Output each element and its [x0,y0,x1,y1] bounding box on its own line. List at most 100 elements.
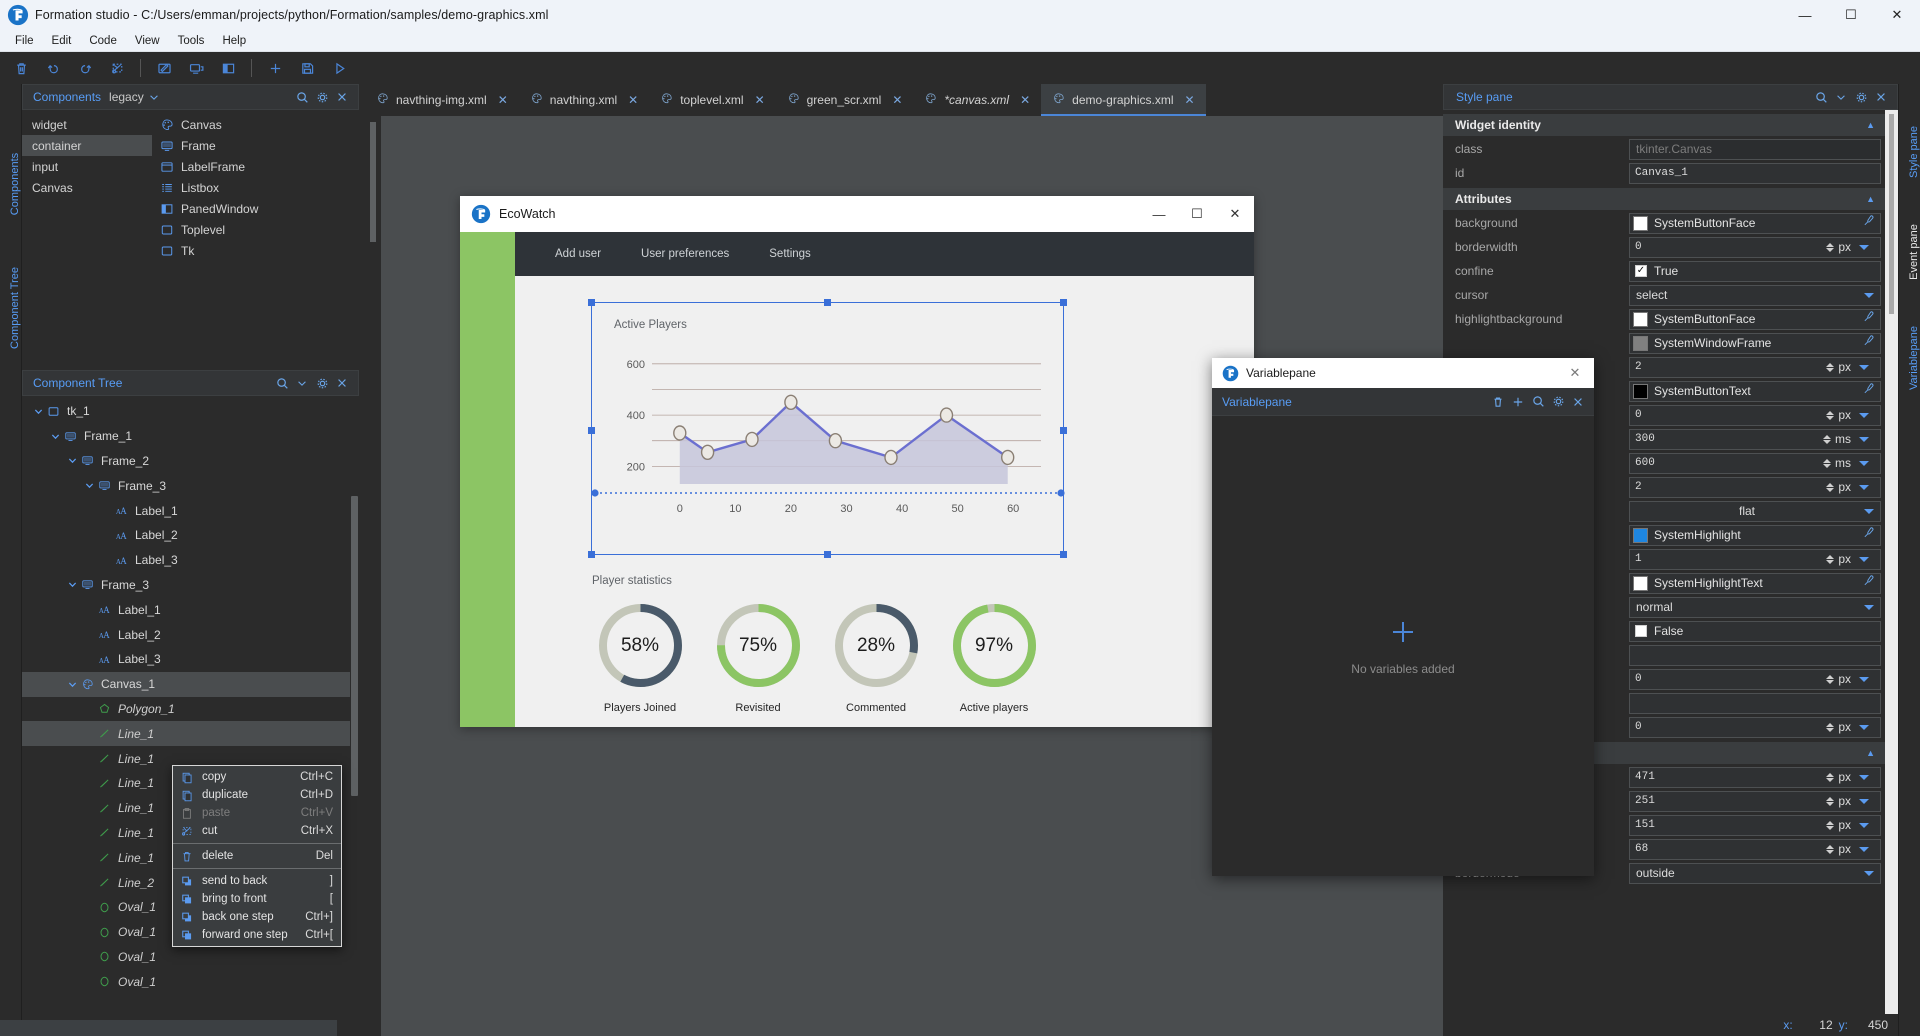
style-input[interactable] [1630,669,1827,689]
context-menu-item-delete[interactable]: delete Del [173,847,341,865]
editor-tab-close-icon[interactable]: ✕ [1020,93,1030,107]
component-item-panedwindow[interactable]: PanedWindow [152,198,359,219]
spinner[interactable]: px [1826,408,1880,422]
component-item-listbox[interactable]: Listbox [152,177,359,198]
canvas-vertical-scrollbar[interactable] [369,116,377,1036]
style-input[interactable] [1630,717,1827,737]
spinner[interactable]: ms [1823,456,1880,470]
search-icon[interactable] [1528,392,1548,412]
spinner[interactable]: px [1826,552,1880,566]
editor-tab-green-scr-xml[interactable]: green_scr.xml ✕ [776,84,914,116]
spinner[interactable]: px [1826,240,1880,254]
spinner-arrows[interactable] [1826,482,1835,492]
spinner-arrows[interactable] [1826,844,1835,854]
spinner-arrows[interactable] [1826,554,1835,564]
style-row-value-normal[interactable]: normal [1629,596,1881,618]
style-row-value-flat[interactable]: flat [1629,500,1881,522]
editor-tab--canvas-xml[interactable]: *canvas.xml ✕ [913,84,1041,116]
style-row-value-confine[interactable]: True [1629,260,1881,282]
context-menu-item-duplicate[interactable]: duplicate Ctrl+D [173,786,341,804]
chevron-down-icon[interactable] [1859,436,1869,442]
ecowatch-nav-add-user[interactable]: Add user [535,248,621,260]
chevron-down-icon[interactable] [64,455,80,466]
style-row-value-class[interactable]: tkinter.Canvas [1629,138,1881,160]
chevron-down-icon[interactable] [1859,676,1869,682]
style-row-value-y[interactable]: px [1629,838,1881,860]
component-item-labelframe[interactable]: LabelFrame [152,156,359,177]
context-menu-item-bring-to-front[interactable]: bring to front [ [173,890,341,908]
style-row-value-background[interactable]: SystemButtonFace [1629,212,1881,234]
tree-node-tk_1[interactable]: tk_1 [22,399,350,424]
ecowatch-window[interactable]: EcoWatch — ☐ ✕ Add user User preferences S… [460,196,1254,727]
chevron-down-icon[interactable] [1859,774,1869,780]
canvas-scrollbar-thumb[interactable] [370,122,376,242]
style-row-value-SystemWindowFrame[interactable]: SystemWindowFrame [1629,332,1881,354]
style-row-value-2[interactable]: px [1629,476,1881,498]
chevron-down-icon[interactable] [292,373,312,393]
rail-tab-component-tree[interactable]: Component Tree [9,253,21,363]
spinner[interactable]: px [1826,818,1880,832]
checkbox[interactable] [1635,625,1647,637]
style-row-value-cursor[interactable]: select [1629,284,1881,306]
split-view-icon[interactable] [213,55,243,81]
ecowatch-minimize-button[interactable]: — [1140,196,1178,232]
style-row-value-1[interactable]: px [1629,548,1881,570]
style-row-value-id[interactable] [1629,162,1881,184]
chevron-down-icon[interactable] [64,579,80,590]
chevron-down-icon[interactable] [1859,556,1869,562]
chevron-down-icon[interactable] [1859,484,1869,490]
spinner-arrows[interactable] [1826,410,1835,420]
component-category-container[interactable]: container [22,135,152,156]
resize-handle-nw[interactable] [588,299,595,306]
menu-item-edit[interactable]: Edit [43,33,81,49]
eyedropper-icon[interactable] [1862,214,1875,232]
search-icon[interactable] [272,373,292,393]
resize-handle-sw[interactable] [588,551,595,558]
menu-item-tools[interactable]: Tools [169,33,214,49]
redo-icon[interactable] [70,55,100,81]
style-row-value-borderwidth[interactable]: px [1629,236,1881,258]
style-input[interactable] [1630,405,1827,425]
component-item-canvas[interactable]: Canvas [152,114,359,135]
spinner-arrows[interactable] [1826,674,1835,684]
context-menu-item-back-one-step[interactable]: back one step Ctrl+] [173,908,341,926]
variablepane-dialog[interactable]: Variablepane ✕ Variablepane No variables… [1212,358,1594,876]
plus-icon[interactable] [1508,392,1528,412]
chevron-down-icon[interactable] [30,406,46,417]
gear-icon[interactable] [1851,87,1871,107]
resize-handle-n[interactable] [824,299,831,306]
context-menu-item-send-to-back[interactable]: send to back] [173,872,341,890]
color-swatch[interactable] [1633,527,1648,543]
style-row-value-2[interactable]: px [1629,356,1881,378]
tree-node-frame_2[interactable]: Frame_2 [22,449,350,474]
context-menu-item-forward-one-step[interactable]: forward one step Ctrl+[ [173,926,341,944]
spinner-arrows[interactable] [1826,722,1835,732]
delete-icon[interactable] [6,55,36,81]
cut-icon[interactable] [102,55,132,81]
resize-handle-e[interactable] [1060,427,1067,434]
chevron-down-icon[interactable] [144,87,164,107]
style-input[interactable] [1630,815,1827,835]
chevron-up-icon[interactable]: ▲ [1866,120,1875,130]
spinner-arrows[interactable] [1826,772,1835,782]
close-icon[interactable] [1871,87,1891,107]
style-input[interactable] [1630,839,1827,859]
eyedropper-icon[interactable] [1862,310,1875,328]
canvas-chart-widget[interactable]: Active Players 200 400 600 0 10 20 30 40 50 60 [588,299,1067,558]
tree-node-oval_1[interactable]: Oval_1 [22,969,350,994]
component-category-input[interactable]: input [22,156,152,177]
component-item-tk[interactable]: Tk [152,240,359,261]
menu-item-help[interactable]: Help [213,33,255,49]
gear-icon[interactable] [312,87,332,107]
spinner[interactable]: px [1826,794,1880,808]
spinner[interactable]: px [1826,842,1880,856]
ecowatch-nav-user-preferences[interactable]: User preferences [621,248,749,260]
chevron-down-icon[interactable] [1859,798,1869,804]
style-input[interactable] [1630,429,1823,449]
style-row-value-SystemButtonText[interactable]: SystemButtonText [1629,380,1881,402]
rail-tab-event-pane[interactable]: Event pane [1908,209,1920,295]
resize-handle-se[interactable] [1060,551,1067,558]
style-row-value-bordermode[interactable]: outside [1629,862,1881,884]
style-input[interactable] [1630,791,1827,811]
ecowatch-nav-settings[interactable]: Settings [749,248,831,260]
